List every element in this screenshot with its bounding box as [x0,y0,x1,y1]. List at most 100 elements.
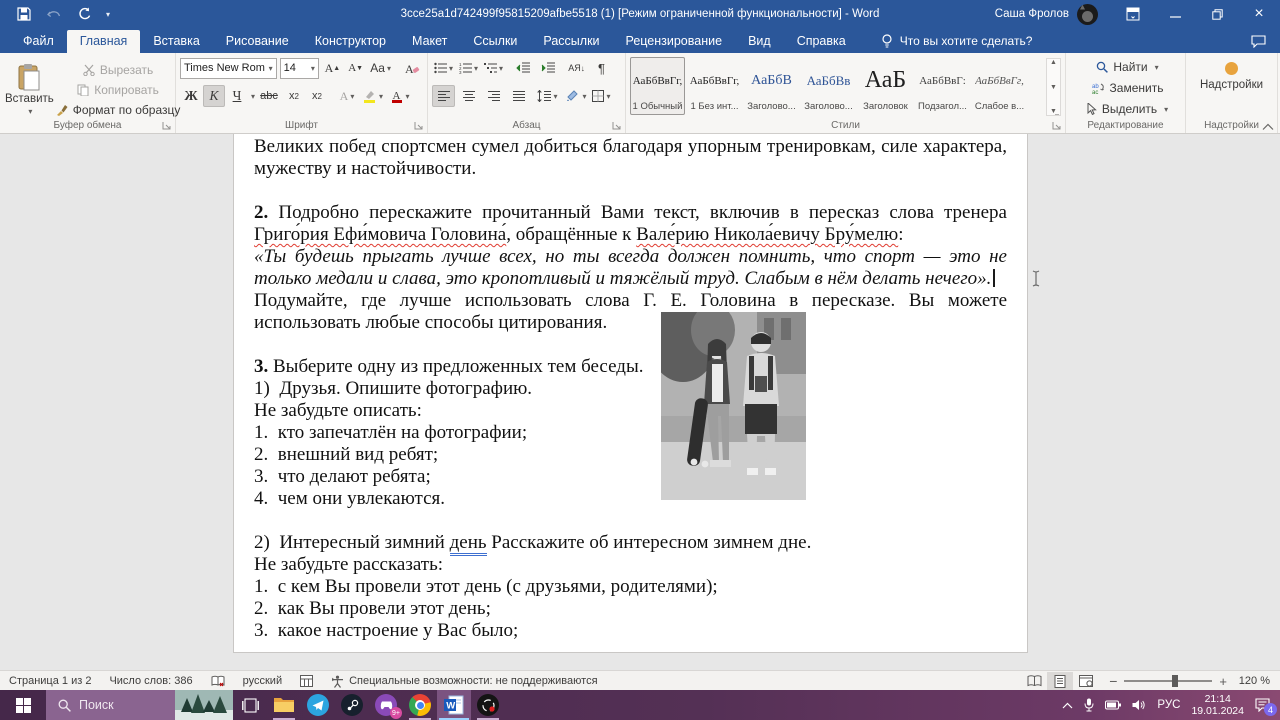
style-card-1-без-инт-[interactable]: АаБбВвГг, 1 Без инт... [687,57,742,115]
language-status[interactable]: русский [234,675,291,687]
zoom-slider[interactable] [1124,675,1213,687]
text-effects-button[interactable]: А ▾ [335,85,359,107]
tab-главная[interactable]: Главная [66,30,141,53]
close-button[interactable]: × [1238,0,1280,28]
highlight-button[interactable]: ▾ [360,85,386,107]
ribbon-display-options-button[interactable] [1112,0,1154,28]
clear-formatting-button[interactable]: А [402,57,423,79]
doc-paragraph[interactable]: 3. что делают ребята; [254,466,1007,488]
grow-font-button[interactable]: А ▲ [322,57,343,79]
page-count[interactable]: Страница 1 из 2 [0,675,100,687]
search-highlight-image[interactable] [175,690,233,720]
style-card-заголово-[interactable]: АаБбВв Заголово... [801,57,856,115]
shrink-font-button[interactable]: А ▼ [346,57,365,79]
save-button[interactable] [16,6,32,22]
styles-dialog-launcher[interactable] [1052,121,1061,130]
styles-scrollbar[interactable]: ▲ ▼ ▼̲ [1046,58,1061,116]
style-card-подзагол-[interactable]: АаБбВвГ: Подзагол... [915,57,970,115]
align-left-button[interactable] [432,85,455,107]
account-name[interactable]: Саша Фролов [995,8,1069,20]
task-view-button[interactable] [233,690,267,720]
doc-paragraph[interactable]: 2) Интересный зимний день Расскажите об … [254,532,1007,556]
strikethrough-button[interactable]: abc [256,85,282,107]
battery-icon[interactable] [1105,700,1122,710]
replace-button[interactable]: ab ас Заменить [1074,80,1181,96]
doc-paragraph[interactable]: 1) Друзья. Опишите фотографию. [254,378,1007,400]
multilevel-list-button[interactable]: ▾ [482,57,505,79]
tab-рецензирование[interactable]: Рецензирование [613,30,736,53]
taskbar-app-word[interactable]: W [437,690,471,720]
doc-paragraph[interactable]: 3. Выберите одну из предложенных тем бес… [254,356,1007,378]
numbering-button[interactable]: 123 ▾ [457,57,480,79]
restore-button[interactable] [1196,0,1238,28]
taskbar-app-file-explorer[interactable] [267,690,301,720]
zoom-in-button[interactable]: + [1219,674,1227,689]
shading-button[interactable]: ▾ [565,85,588,107]
styles-more-icon[interactable]: ▼̲ [1050,108,1057,115]
font-dialog-launcher[interactable] [414,121,423,130]
accessibility-status[interactable]: Специальные возможности: не поддерживают… [322,675,606,688]
doc-paragraph[interactable]: «Ты будешь прыгать лучше всех, но ты все… [254,246,1007,290]
comments-icon[interactable] [1237,35,1280,53]
tab-конструктор[interactable]: Конструктор [302,30,399,53]
tab-рисование[interactable]: Рисование [213,30,302,53]
keyboard-language[interactable]: РУС [1157,699,1180,711]
zoom-slider-thumb[interactable] [1172,675,1179,687]
taskbar-app-steam[interactable] [335,690,369,720]
microphone-icon[interactable] [1084,698,1094,712]
copy-button[interactable]: Копировать [55,82,182,98]
tab-макет[interactable]: Макет [399,30,460,53]
doc-paragraph[interactable]: Не забудьте описать: [254,400,1007,422]
styles-scroll-up-icon[interactable]: ▲ [1050,59,1057,66]
cut-button[interactable]: Вырезать [55,62,182,78]
show-paragraph-marks-button[interactable]: ¶ [590,57,613,79]
read-mode-button[interactable] [1021,672,1047,691]
style-card-заголово-[interactable]: АаБбВ Заголово... [744,57,799,115]
taskbar-search-box[interactable]: Поиск [46,690,233,720]
doc-paragraph[interactable]: 1. с кем Вы провели этот день (с друзьям… [254,576,1007,598]
change-case-button[interactable]: Aa ▾ [368,57,393,79]
doc-paragraph[interactable]: Не забудьте рассказать: [254,554,1007,576]
document-page[interactable]: Великих побед спортсмен сумел добиться б… [233,134,1028,653]
doc-paragraph[interactable]: 2. Подробно перескажите прочитанный Вами… [254,202,1007,246]
doc-paragraph[interactable]: 3. какое настроение у Вас было; [254,620,1007,642]
undo-button[interactable] [46,6,62,22]
borders-button[interactable]: ▾ [590,85,613,107]
doc-paragraph[interactable] [254,180,1007,202]
document-photo-two-teens-skateboard[interactable] [661,312,806,500]
align-center-button[interactable] [457,85,480,107]
italic-button[interactable]: К [203,85,225,107]
underline-options-caret[interactable]: ▾ [251,92,255,101]
font-size-combobox[interactable]: 14 ▾ [279,57,319,79]
clipboard-dialog-launcher[interactable] [162,121,171,130]
underline-button[interactable]: Ч [226,85,248,107]
tab-вид[interactable]: Вид [735,30,784,53]
minimize-button[interactable] [1154,0,1196,28]
doc-paragraph[interactable] [254,510,1007,532]
paste-button[interactable]: Вставить ▾ [4,57,55,118]
qat-customize-button[interactable]: ▾ [106,10,110,19]
align-right-button[interactable] [482,85,505,107]
web-layout-button[interactable] [1073,672,1099,691]
paragraph-dialog-launcher[interactable] [612,121,621,130]
superscript-button[interactable]: x2 [306,85,328,107]
style-card-слабое-в-[interactable]: АаБбВвГг, Слабое в... [972,57,1027,115]
doc-paragraph[interactable]: 4. чем они увлекаются. [254,488,1007,510]
select-button[interactable]: Выделить ▾ [1074,101,1181,117]
start-button[interactable] [0,690,46,720]
font-color-button[interactable]: А ▾ [387,85,413,107]
tab-вставка[interactable]: Вставка [140,30,212,53]
styles-scroll-down-icon[interactable]: ▼ [1050,84,1057,91]
taskbar-app-telegram[interactable] [301,690,335,720]
subscript-button[interactable]: x2 [283,85,305,107]
format-painter-button[interactable]: Формат по образцу [55,102,182,118]
print-layout-button[interactable] [1047,671,1074,691]
tray-chevron-up-icon[interactable] [1062,702,1073,709]
collapse-ribbon-icon[interactable] [1262,123,1274,131]
tray-clock[interactable]: 21:14 19.01.2024 [1191,693,1244,717]
notification-center-icon[interactable]: 4 [1255,698,1277,716]
doc-paragraph[interactable]: 2. внешний вид ребят; [254,444,1007,466]
zoom-out-button[interactable]: − [1109,673,1117,689]
find-button[interactable]: Найти ▾ [1074,59,1181,75]
increase-indent-button[interactable] [536,57,559,79]
